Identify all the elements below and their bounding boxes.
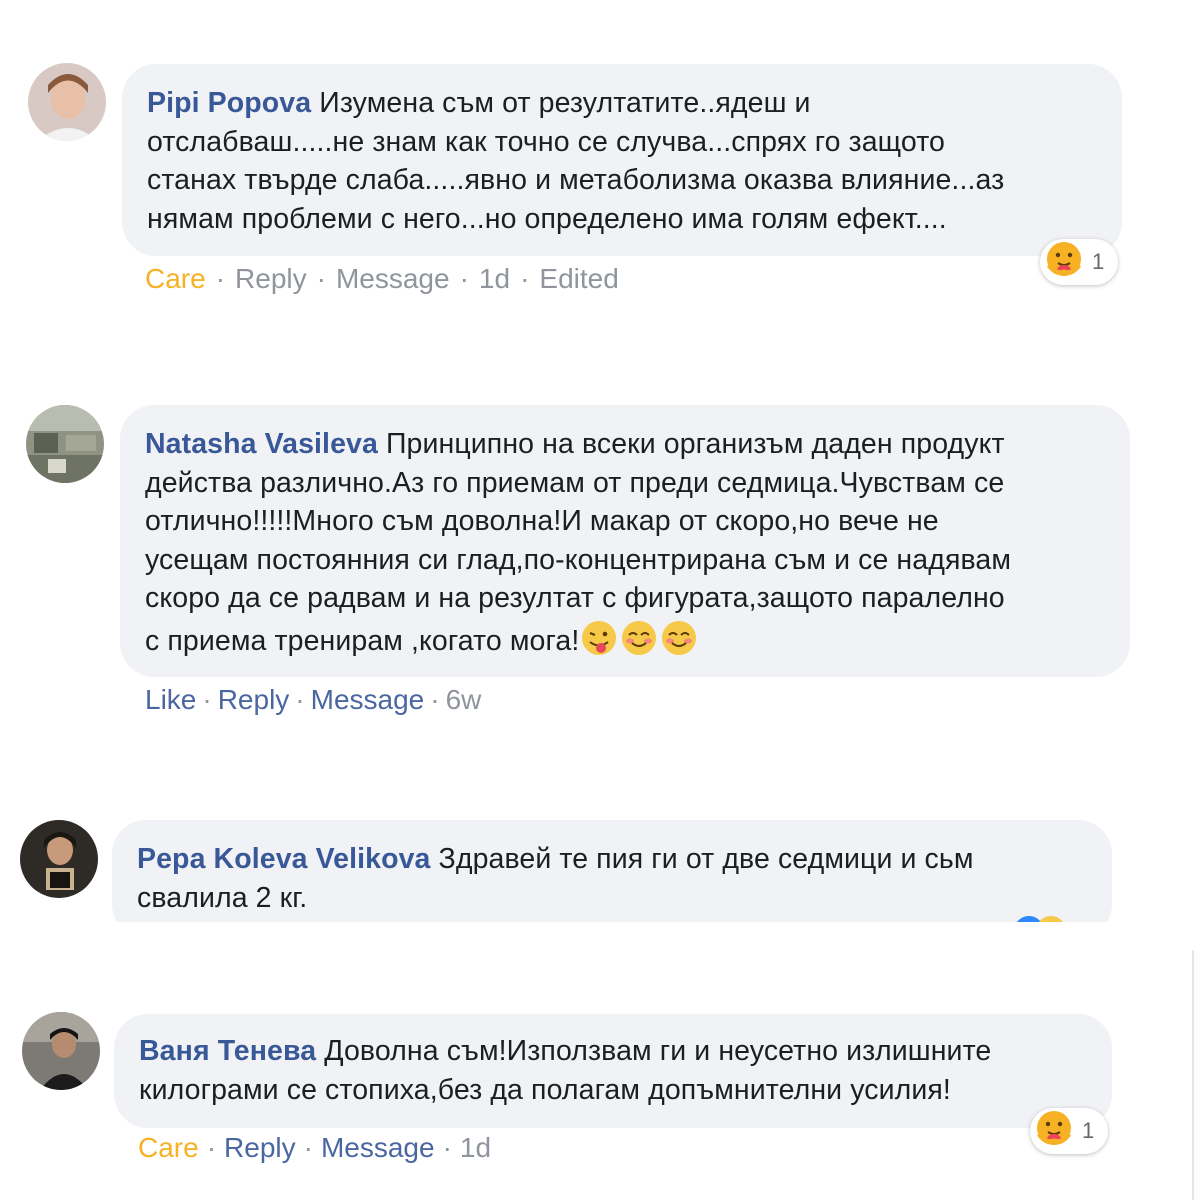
message-link[interactable]: Message — [311, 684, 425, 715]
reaction-count: 1 — [1082, 1118, 1095, 1143]
comment-bubble: Natasha Vasileva Принципно на всеки орга… — [120, 405, 1130, 677]
care-reaction-link[interactable]: Care — [145, 263, 206, 294]
comment-actions: Like · Reply · Message · 6w — [145, 684, 482, 715]
comment-actions: Care · Reply · Message · 1d · Edited — [145, 263, 619, 294]
reply-link[interactable]: Reply — [218, 684, 290, 715]
comment-text-line: отслабваш.....не знам как точно се случв… — [147, 125, 945, 158]
comment-text-line: станах твърде слаба.....явно и метаболиз… — [147, 164, 1005, 196]
comment-text-line: усещам постоянния си глад,по-концентрира… — [145, 543, 1012, 576]
comment-text-line: с приема тренирам ,когато мога! — [145, 618, 1108, 669]
smiling-blush-emoji-icon — [619, 618, 659, 669]
reaction-count: 1 — [1092, 249, 1105, 274]
comment-text-line: Pepa Koleva Velikova Здравей те пия ги о… — [137, 843, 974, 875]
comment-bubble: Pepa Koleva Velikova Здравей те пия ги о… — [112, 820, 1112, 938]
screenshot-crop-edge — [0, 922, 1200, 972]
message-link[interactable]: Message — [336, 263, 450, 294]
timestamp[interactable]: 6w — [446, 684, 482, 715]
comment-text-line: отлично!!!!!Много съм доволна!И макар от… — [145, 505, 939, 537]
like-link[interactable]: Like — [145, 684, 196, 715]
comment-author[interactable]: Pipi Popova — [147, 87, 311, 119]
comment-text-line: Ваня Тенева Доволна съм!Използвам ги и н… — [139, 1035, 992, 1067]
comment-author[interactable]: Pepa Koleva Velikova — [137, 843, 431, 875]
reaction-summary[interactable]: 1 — [1030, 1108, 1108, 1154]
comment-bubble: Pipi Popova Изумена съм от резултатите..… — [122, 64, 1122, 256]
comment-text-line: килограми се стопиха,без да полагам допъ… — [139, 1073, 951, 1106]
avatar[interactable] — [28, 63, 106, 141]
edited-label[interactable]: Edited — [539, 263, 618, 294]
comment-text-line: Pipi Popova Изумена съм от резултатите..… — [147, 87, 811, 119]
comment-bubble: Ваня Тенева Доволна съм!Използвам ги и н… — [114, 1014, 1112, 1128]
divider — [1192, 950, 1194, 1200]
reaction-summary[interactable]: 1 — [1040, 239, 1118, 285]
smiling-blush-emoji-icon — [659, 618, 699, 669]
message-link[interactable]: Message — [321, 1132, 435, 1163]
comment-text-line: свалила 2 кг. — [137, 881, 308, 914]
comment-text-line: действа различно.Аз го приемам от преди … — [145, 466, 1005, 499]
avatar[interactable] — [20, 820, 98, 898]
comment-text-line: Natasha Vasileva Принципно на всеки орга… — [145, 428, 1005, 460]
comment-text-line: скоро да се радвам и на резултат с фигур… — [145, 582, 1005, 614]
timestamp[interactable]: 1d — [460, 1132, 491, 1163]
comment-text-line: нямам проблеми с него...но определено им… — [147, 202, 947, 235]
care-emoji-icon — [1034, 1108, 1074, 1154]
avatar[interactable] — [22, 1012, 100, 1090]
comment-actions: Care · Reply · Message · 1d — [138, 1132, 492, 1163]
reply-link[interactable]: Reply — [224, 1132, 296, 1163]
comment-author[interactable]: Natasha Vasileva — [145, 428, 378, 460]
avatar[interactable] — [26, 405, 104, 483]
tongue-wink-emoji-icon — [579, 618, 619, 669]
care-reaction-link[interactable]: Care — [138, 1132, 199, 1163]
care-emoji-icon — [1044, 239, 1084, 285]
timestamp[interactable]: 1d — [479, 263, 510, 294]
reply-link[interactable]: Reply — [235, 263, 307, 294]
comment-author[interactable]: Ваня Тенева — [139, 1035, 316, 1067]
